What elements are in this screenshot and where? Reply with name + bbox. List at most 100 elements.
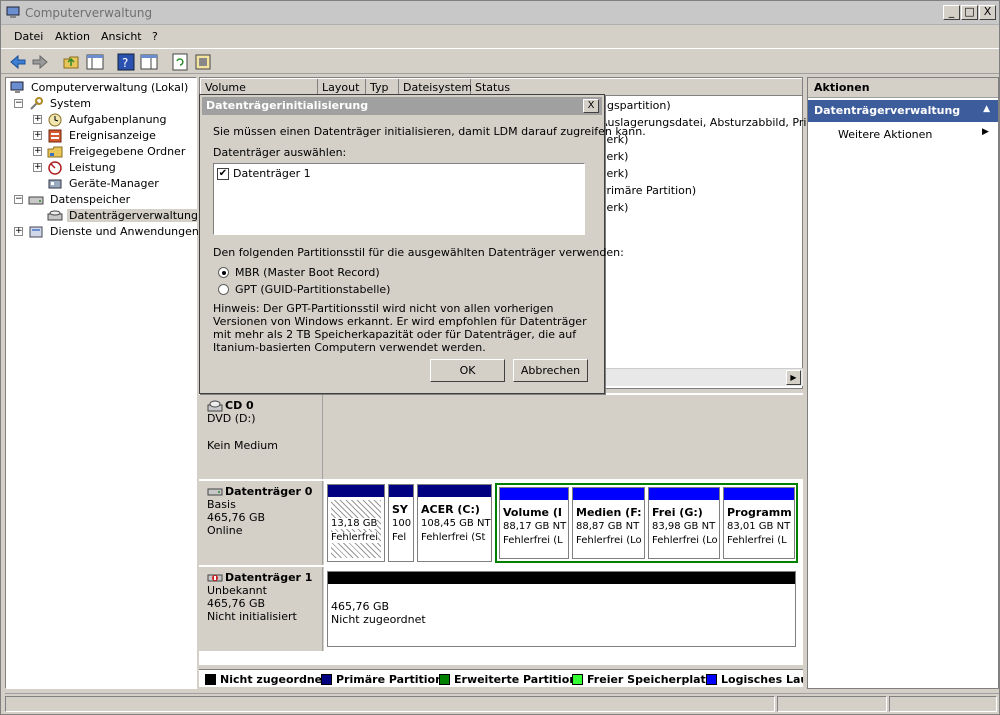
partition-2[interactable]: ACER (C:) 108,45 GB NT Fehlerfrei (St xyxy=(417,484,492,562)
properties-pane-icon[interactable] xyxy=(139,52,159,72)
partition-status: Fehlerfrei (St xyxy=(421,532,486,543)
disk-selection-list[interactable]: ✔ Datenträger 1 xyxy=(213,163,585,235)
services-icon xyxy=(29,226,43,238)
menu-file[interactable]: Datei xyxy=(14,30,43,43)
disk-label-disk0[interactable]: Datenträger 0 Basis 465,76 GB Online xyxy=(199,481,323,565)
legend-swatch xyxy=(205,674,216,685)
partition-title: Frei (G:) xyxy=(652,506,703,519)
help-icon[interactable]: ? xyxy=(116,52,136,72)
ok-button[interactable]: OK xyxy=(430,359,505,382)
minimize-button[interactable]: _ xyxy=(943,5,960,20)
mbr-label[interactable]: MBR (Master Boot Record) xyxy=(235,266,380,279)
tree-label-performance: Leistung xyxy=(69,161,116,174)
legend-item: Primäre Partition xyxy=(321,673,443,686)
close-button[interactable]: X xyxy=(979,5,996,20)
unallocated-space[interactable]: 465,76 GB Nicht zugeordnet xyxy=(327,571,796,647)
disk-name: Datenträger 1 xyxy=(225,571,313,584)
partition-status: Fehlerfrei (L xyxy=(503,535,563,546)
dialog-title-bar: Datenträgerinitialisierung X xyxy=(202,97,602,115)
submenu-arrow-icon[interactable]: ▶ xyxy=(982,127,989,137)
actions-section-label: Datenträgerverwaltung xyxy=(814,104,961,117)
gpt-radio[interactable] xyxy=(218,284,229,295)
tools-icon xyxy=(30,97,43,110)
disk-size: 465,76 GB xyxy=(207,597,266,610)
gpt-hint-text: Hinweis: Der GPT-Partitionsstil wird nic… xyxy=(213,302,587,354)
export-list-icon[interactable] xyxy=(193,52,213,72)
back-arrow-icon[interactable] xyxy=(8,52,28,72)
partition-6[interactable]: Programm 83,01 GB NT Fehlerfrei (L xyxy=(723,487,795,559)
mbr-radio[interactable] xyxy=(218,267,229,278)
menu-bar: Datei Aktion Ansicht ? xyxy=(1,26,999,47)
scroll-right-arrow-icon[interactable]: ▶ xyxy=(786,370,801,385)
disk-graphical-view: CD 0 DVD (D:) Kein Medium Datenträger 0 … xyxy=(199,393,803,665)
dialog-close-button[interactable]: X xyxy=(583,99,599,113)
primary-partition-bar xyxy=(328,485,384,497)
disk-checkbox[interactable]: ✔ xyxy=(217,168,229,180)
menu-view[interactable]: Ansicht xyxy=(101,30,142,43)
more-actions-label: Weitere Aktionen xyxy=(838,128,933,141)
tree-label-device-manager: Geräte-Manager xyxy=(69,177,159,190)
menu-help[interactable]: ? xyxy=(152,30,158,43)
performance-icon xyxy=(48,161,62,175)
expand-toggle-icon[interactable]: + xyxy=(33,147,42,156)
svg-text:?: ? xyxy=(122,56,128,70)
cancel-button[interactable]: Abbrechen xyxy=(513,359,588,382)
maximize-button[interactable]: □ xyxy=(961,5,978,20)
device-manager-icon xyxy=(48,179,62,189)
collapse-toggle-icon[interactable]: − xyxy=(14,99,23,108)
forward-arrow-icon[interactable] xyxy=(30,52,50,72)
partition-0[interactable]: 13,18 GB Fehlerfrei xyxy=(327,484,385,562)
status-bar xyxy=(5,693,999,713)
tree-label-root: Computerverwaltung (Lokal) xyxy=(31,81,189,94)
expand-toggle-icon[interactable]: + xyxy=(33,163,42,172)
cd-drive-icon xyxy=(207,400,223,412)
tree-label-services: Dienste und Anwendungen xyxy=(50,225,199,238)
volume-row-status[interactable]: ngspartition) xyxy=(600,99,671,112)
menu-action[interactable]: Aktion xyxy=(55,30,90,43)
legend-item: Logisches Lauf xyxy=(706,673,803,686)
partition-3[interactable]: Volume (I 88,17 GB NT Fehlerfrei (L xyxy=(499,487,569,559)
up-folder-icon[interactable] xyxy=(61,52,81,72)
disk-row-disk1[interactable]: Datenträger 1 Unbekannt 465,76 GB Nicht … xyxy=(199,567,803,651)
partition-1[interactable]: SY 100 Fel xyxy=(388,484,414,562)
show-hide-tree-icon[interactable] xyxy=(85,52,105,72)
more-actions-item[interactable]: Weitere Aktionen xyxy=(838,128,932,141)
partition-style-label: Den folgenden Partitionsstil für die aus… xyxy=(213,246,624,259)
legend-item: Erweiterte Partition xyxy=(439,673,577,686)
collapse-up-icon[interactable]: ▲ xyxy=(983,104,990,114)
disk-status: Online xyxy=(207,524,243,537)
collapse-toggle-icon[interactable]: − xyxy=(14,195,23,204)
disk-label-cd0[interactable]: CD 0 DVD (D:) Kein Medium xyxy=(199,395,323,479)
disk-row-cd0[interactable]: CD 0 DVD (D:) Kein Medium xyxy=(199,395,803,479)
expand-toggle-icon[interactable]: + xyxy=(14,227,23,236)
main-window: Computerverwaltung _ □ X Datei Aktion An… xyxy=(0,0,1000,715)
actions-section-disk-management[interactable]: Datenträgerverwaltung ▲ xyxy=(808,100,998,122)
volume-row-status[interactable]: Primäre Partition) xyxy=(600,184,696,197)
disk-list-item-label[interactable]: Datenträger 1 xyxy=(233,167,311,180)
status-panel-tertiary xyxy=(889,696,997,712)
expand-toggle-icon[interactable]: + xyxy=(33,115,42,124)
partition-title: ACER (C:) xyxy=(421,503,480,516)
disk-type: Basis xyxy=(207,498,236,511)
partition-title: SY xyxy=(392,503,408,516)
title-bar: Computerverwaltung _ □ X xyxy=(1,1,999,25)
partition-status: Fehlerfrei (Lo xyxy=(576,535,642,546)
expand-toggle-icon[interactable]: + xyxy=(33,131,42,140)
disk-row-disk0[interactable]: Datenträger 0 Basis 465,76 GB Online 13,… xyxy=(199,481,803,565)
legend-swatch xyxy=(572,674,583,685)
partition-status: Fehlerfrei (Lo xyxy=(652,535,718,546)
disk-label-disk1[interactable]: Datenträger 1 Unbekannt 465,76 GB Nicht … xyxy=(199,567,323,651)
partition-4[interactable]: Medien (F: 88,87 GB NT Fehlerfrei (Lo xyxy=(572,487,645,559)
partition-size: 88,87 GB NT xyxy=(576,521,640,532)
clock-icon xyxy=(48,113,62,127)
horizontal-scrollbar[interactable]: ▶ xyxy=(601,368,803,386)
partition-size: 88,17 GB NT xyxy=(503,521,567,532)
gpt-label[interactable]: GPT (GUID-Partitionstabelle) xyxy=(235,283,390,296)
refresh-icon[interactable] xyxy=(170,52,190,72)
tree-label-event-viewer: Ereignisanzeige xyxy=(69,129,156,142)
legend-label: Nicht zugeordnet xyxy=(220,673,328,686)
legend-label: Erweiterte Partition xyxy=(454,673,578,686)
partition-5[interactable]: Frei (G:) 83,98 GB NT Fehlerfrei (Lo xyxy=(648,487,720,559)
shared-folder-icon xyxy=(47,146,63,158)
storage-icon xyxy=(28,196,44,205)
